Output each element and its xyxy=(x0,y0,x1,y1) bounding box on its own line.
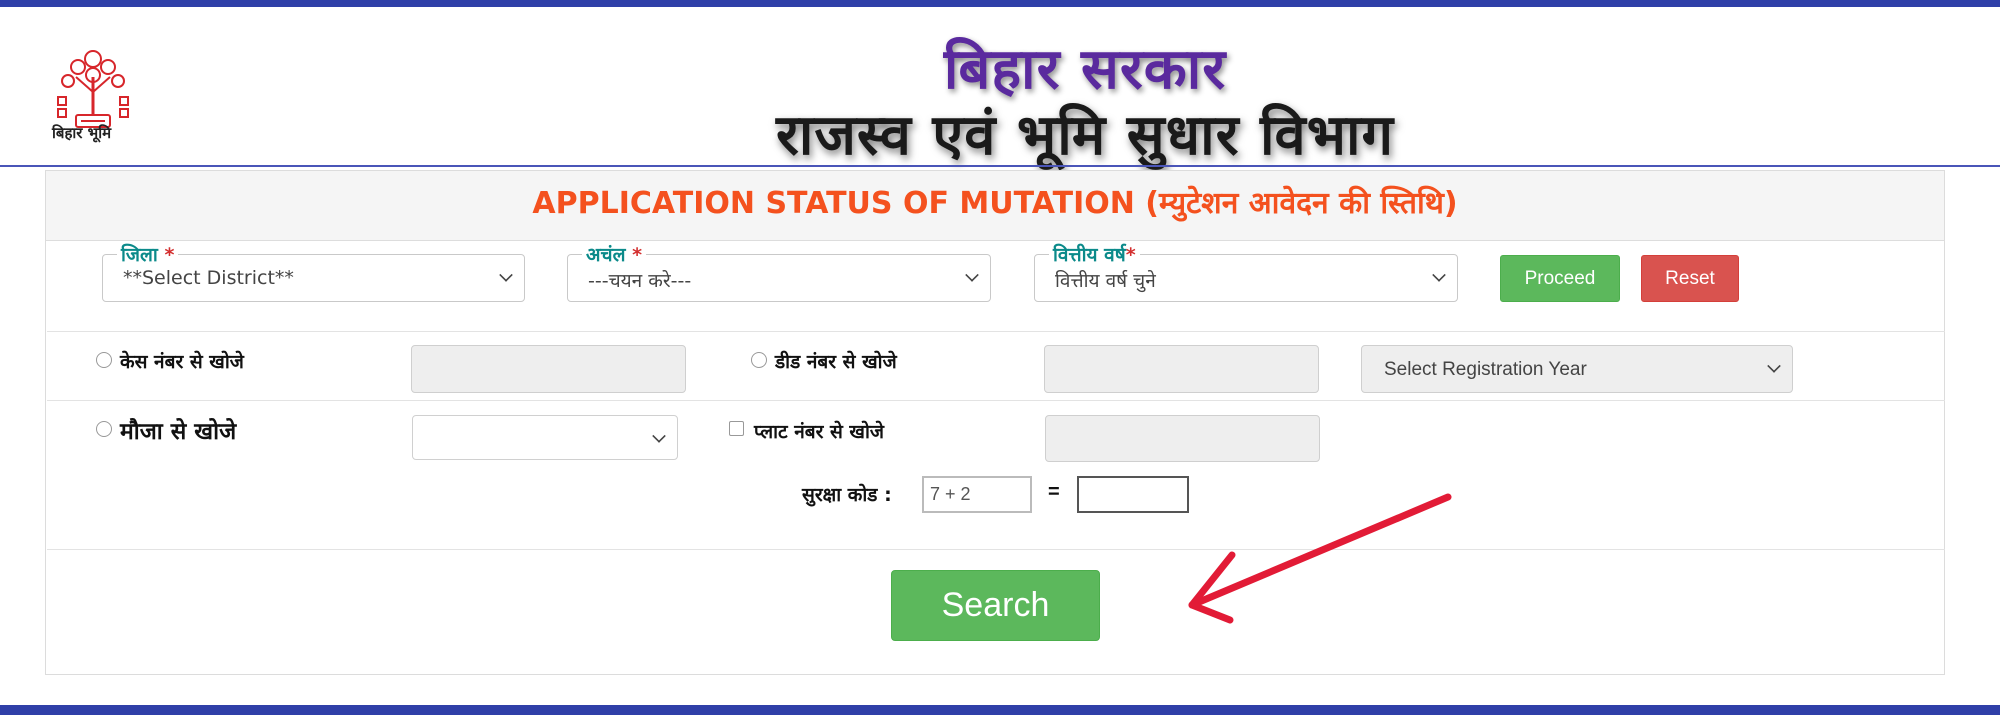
case-number-radio[interactable] xyxy=(96,352,112,368)
district-select[interactable]: जिला * **Select District** xyxy=(102,241,525,302)
search-button[interactable]: Search xyxy=(891,570,1100,641)
deed-number-input[interactable] xyxy=(1044,345,1319,393)
case-number-input[interactable] xyxy=(411,345,686,393)
plot-number-checkbox[interactable] xyxy=(729,421,744,436)
financial-year-select-value: वित्तीय वर्ष चुने xyxy=(1055,270,1156,292)
panel-heading: APPLICATION STATUS OF MUTATION (म्युटेशन… xyxy=(46,171,1944,241)
equals-sign: = xyxy=(1048,481,1060,503)
district-label: जिला * xyxy=(117,241,179,267)
anchal-label: अचंल * xyxy=(582,241,647,267)
top-accent-bar xyxy=(0,0,2000,7)
registration-year-value: Select Registration Year xyxy=(1384,359,1587,380)
financial-year-label: वित्तीय वर्ष* xyxy=(1049,241,1140,267)
case-number-label: केस नंबर से खोजे xyxy=(120,351,244,373)
row-divider xyxy=(47,549,1945,550)
security-code-question: 7 + 2 xyxy=(922,476,1032,513)
bottom-accent-bar xyxy=(0,705,2000,715)
reset-button[interactable]: Reset xyxy=(1641,255,1739,302)
mauja-radio[interactable] xyxy=(96,421,112,437)
chevron-down-icon xyxy=(1767,359,1781,373)
registration-year-select[interactable]: Select Registration Year xyxy=(1361,345,1793,393)
row-divider xyxy=(47,331,1945,332)
deed-number-radio[interactable] xyxy=(751,352,767,368)
site-header: बिहार भूमि बिहार सरकार राजस्व एवं भूमि स… xyxy=(0,7,2000,168)
deed-number-label: डीड नंबर से खोजे xyxy=(775,351,897,373)
header-title-government: बिहार सरकार xyxy=(943,37,1227,102)
anchal-select[interactable]: अचंल * ---चयन करे--- xyxy=(567,241,991,302)
plot-number-label: प्लाट नंबर से खोजे xyxy=(754,421,884,443)
security-code-label: सुरक्षा कोड : xyxy=(802,484,892,506)
chevron-down-icon xyxy=(499,268,513,282)
annotation-arrow-icon xyxy=(1188,493,1452,624)
mauja-select[interactable] xyxy=(412,415,678,460)
plot-number-input[interactable] xyxy=(1045,415,1320,462)
row-divider xyxy=(47,400,1945,401)
header-title-department: राजस्व एवं भूमि सुधार विभाग xyxy=(775,103,1395,168)
chevron-down-icon xyxy=(652,429,666,443)
financial-year-select[interactable]: वित्तीय वर्ष* वित्तीय वर्ष चुने xyxy=(1034,241,1458,302)
chevron-down-icon xyxy=(1432,268,1446,282)
anchal-select-value: ---चयन करे--- xyxy=(588,270,692,292)
header-divider xyxy=(0,165,2000,167)
chevron-down-icon xyxy=(965,268,979,282)
district-select-value: **Select District** xyxy=(123,267,294,289)
proceed-button[interactable]: Proceed xyxy=(1500,255,1620,302)
mauja-label: मौजा से खोजे xyxy=(120,419,237,445)
